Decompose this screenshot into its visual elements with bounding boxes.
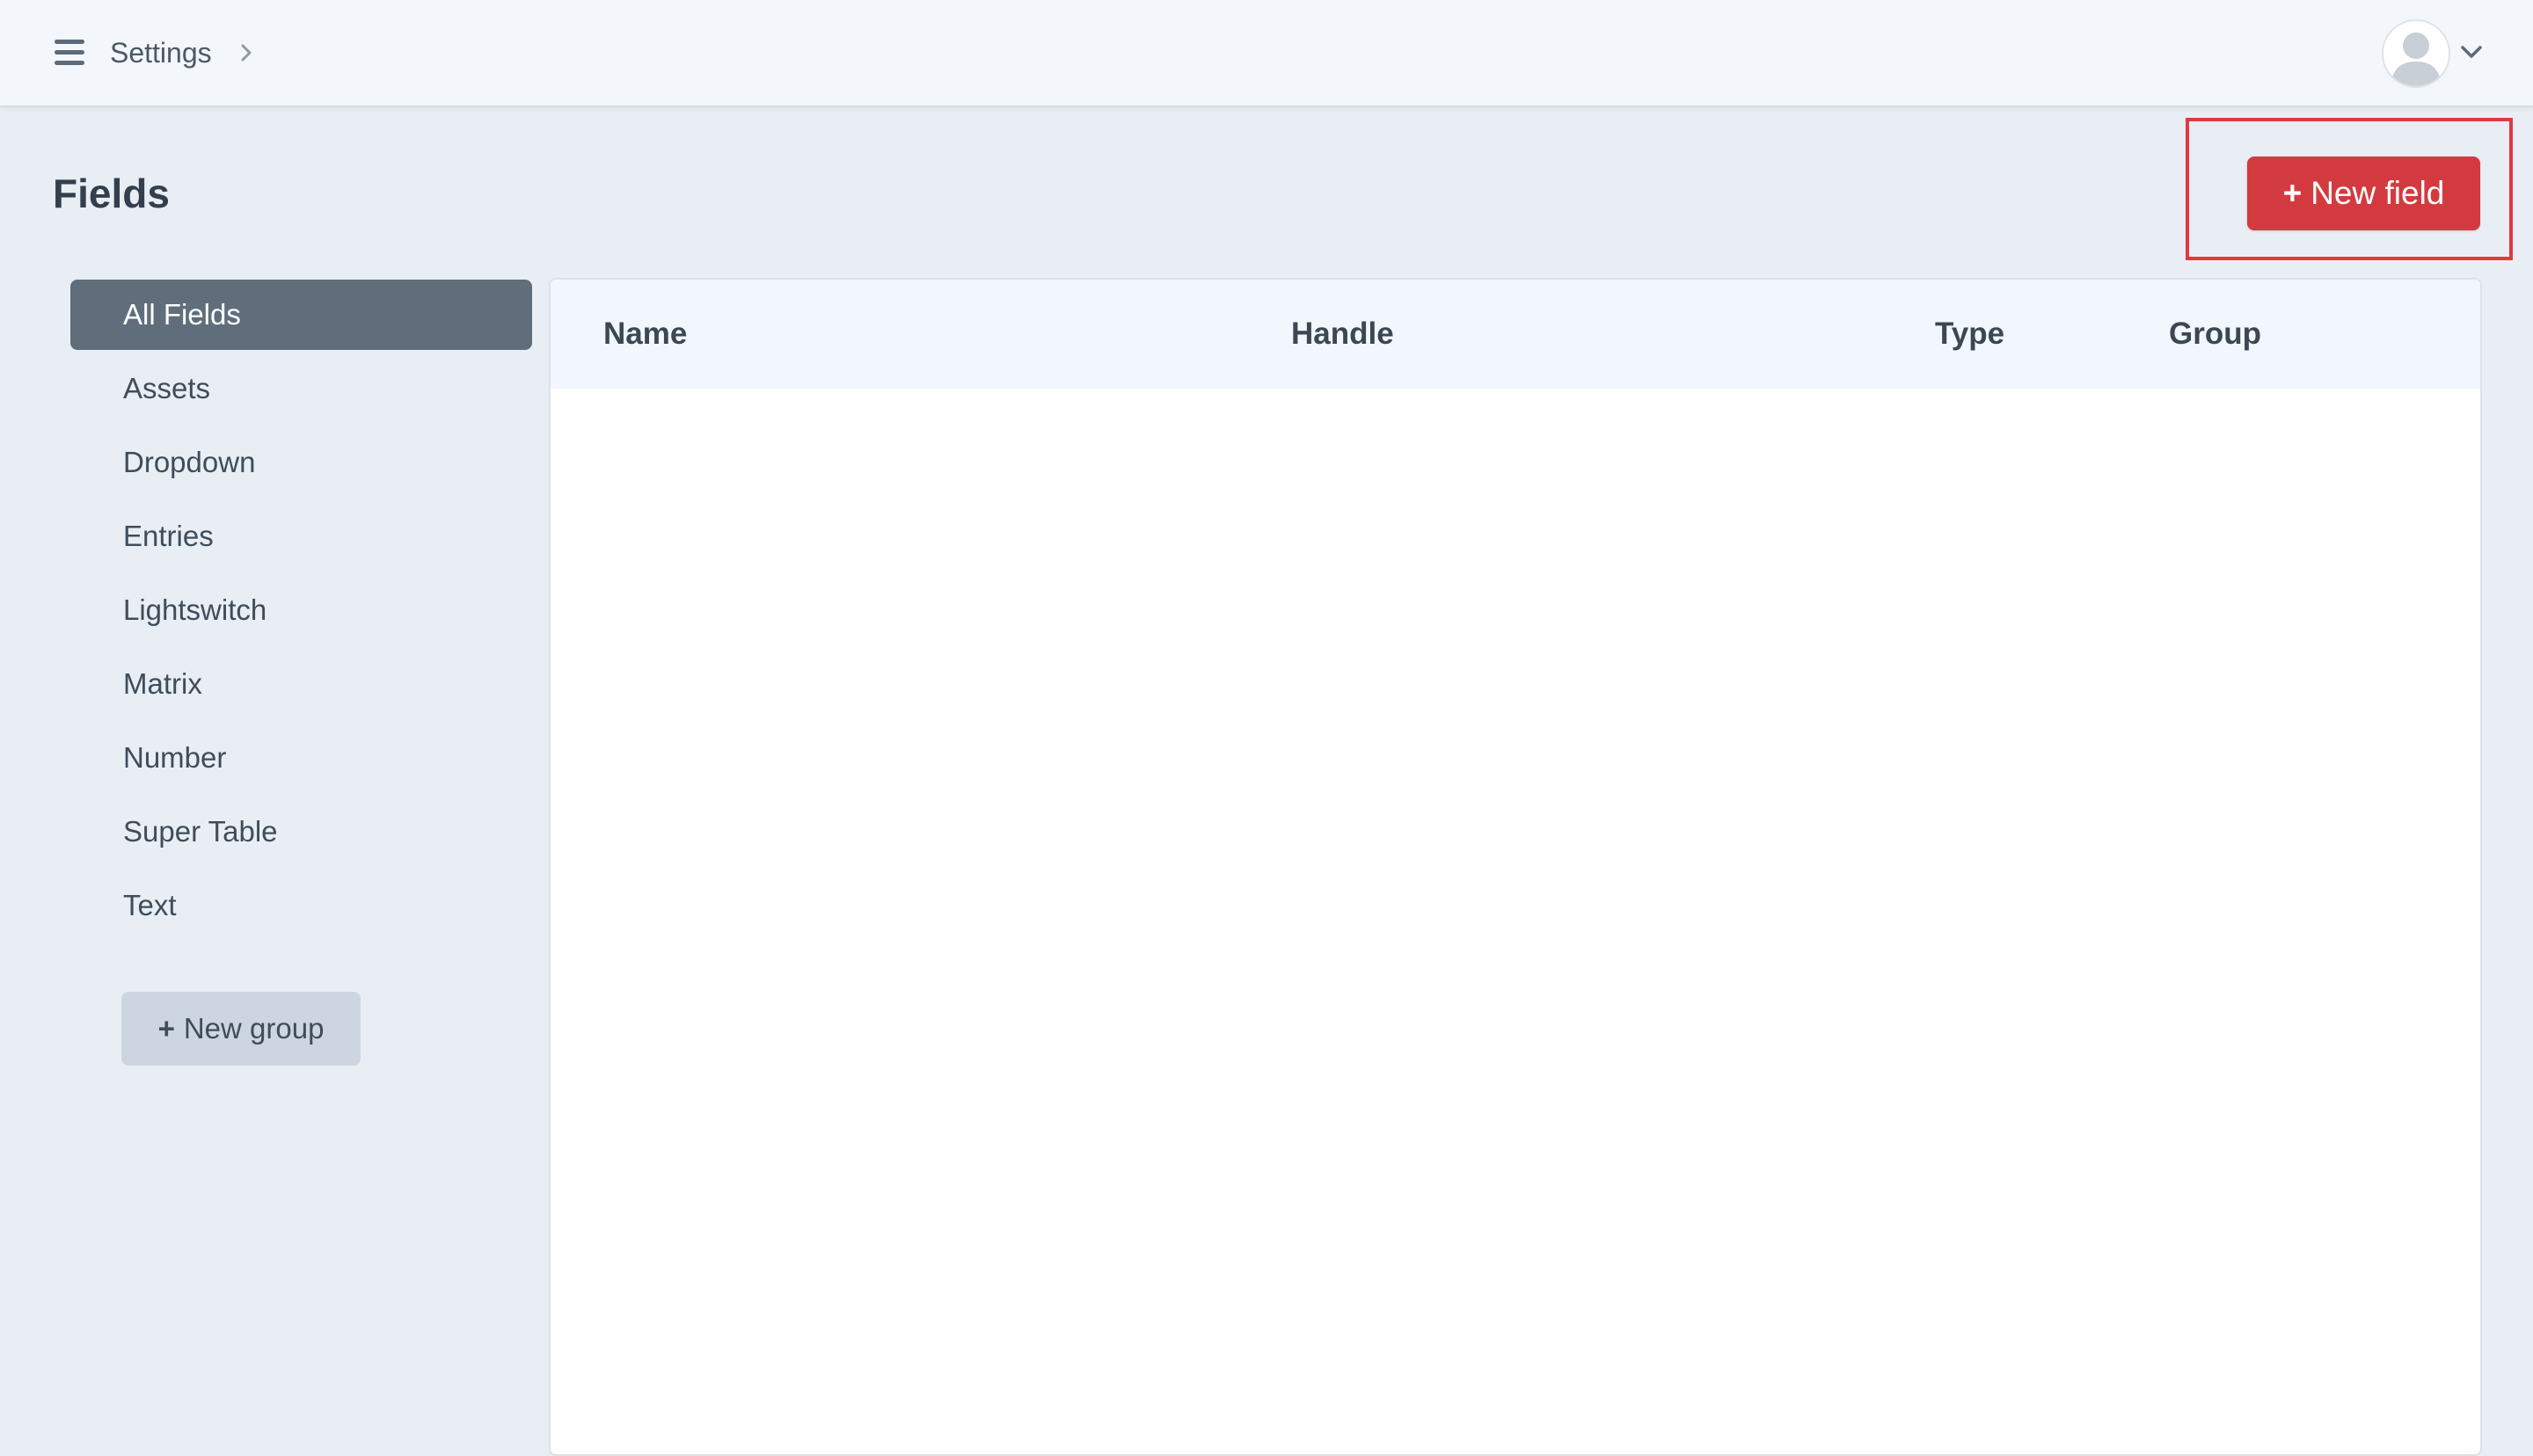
hamburger-icon[interactable] bbox=[55, 40, 84, 66]
chevron-down-icon[interactable] bbox=[2460, 44, 2483, 60]
column-header-handle[interactable]: Handle bbox=[1291, 317, 1394, 352]
column-header-name[interactable]: Name bbox=[603, 317, 687, 352]
sidebar-item-matrix[interactable]: Matrix bbox=[70, 649, 532, 719]
column-header-type[interactable]: Type bbox=[1935, 317, 2004, 352]
table-header: Name Handle Type Group bbox=[551, 280, 2480, 389]
column-header-group[interactable]: Group bbox=[2169, 317, 2261, 352]
sidebar-item-all-fields[interactable]: All Fields bbox=[70, 280, 532, 350]
sidebar-item-super-table[interactable]: Super Table bbox=[70, 797, 532, 867]
new-field-label: New field bbox=[2310, 175, 2445, 211]
chevron-right-icon bbox=[241, 44, 252, 62]
new-group-label: New group bbox=[183, 1012, 325, 1045]
new-group-button[interactable]: + New group bbox=[121, 992, 361, 1066]
sidebar-item-entries[interactable]: Entries bbox=[70, 501, 532, 571]
sidebar: All Fields Assets Dropdown Entries Light… bbox=[70, 280, 532, 944]
new-field-button[interactable]: + New field bbox=[2247, 157, 2480, 230]
top-bar: Settings bbox=[0, 0, 2533, 107]
sidebar-item-assets[interactable]: Assets bbox=[70, 353, 532, 424]
sidebar-item-text[interactable]: Text bbox=[70, 870, 532, 941]
fields-table: Name Handle Type Group bbox=[549, 278, 2482, 1456]
sidebar-item-lightswitch[interactable]: Lightswitch bbox=[70, 575, 532, 645]
plus-icon: + bbox=[2282, 175, 2303, 211]
breadcrumb-settings[interactable]: Settings bbox=[110, 35, 212, 70]
sidebar-item-number[interactable]: Number bbox=[70, 723, 532, 793]
plus-icon: + bbox=[157, 1012, 175, 1045]
sidebar-item-dropdown[interactable]: Dropdown bbox=[70, 427, 532, 498]
user-avatar-icon[interactable] bbox=[2382, 19, 2450, 88]
page-title: Fields bbox=[53, 171, 170, 216]
